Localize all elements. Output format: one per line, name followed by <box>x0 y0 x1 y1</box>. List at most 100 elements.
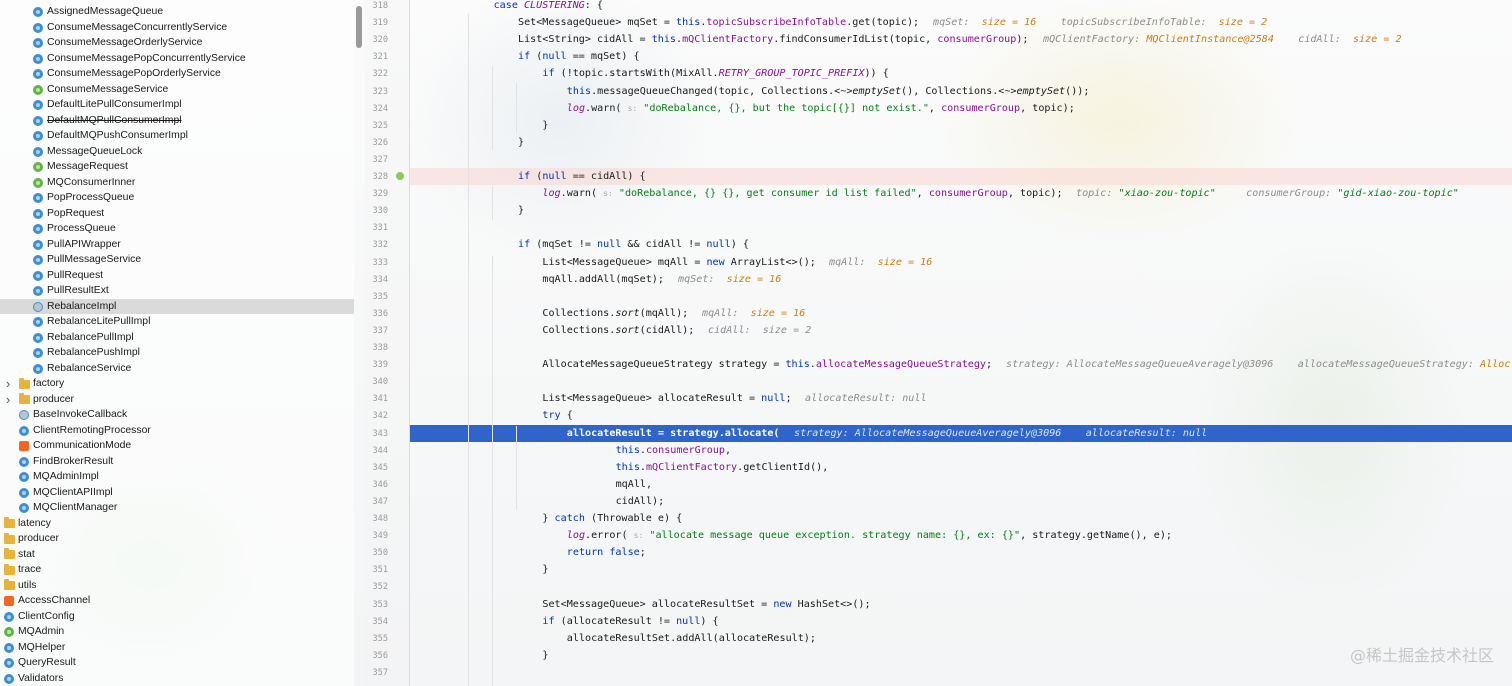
code-line[interactable] <box>410 151 1512 168</box>
tree-item[interactable]: AccessChannel <box>0 593 354 609</box>
project-tree[interactable]: AssignedMessageQueue ConsumeMessageConcur… <box>0 0 354 686</box>
tree-item[interactable]: DefaultMQPullConsumerImpl <box>0 113 354 129</box>
tree-item[interactable]: MessageRequest <box>0 159 354 175</box>
folder-icon <box>4 548 15 559</box>
tree-item[interactable]: RebalancePullImpl <box>0 330 354 346</box>
tree-item[interactable]: utils <box>0 578 354 594</box>
tree-item[interactable]: ClientRemotingProcessor <box>0 423 354 439</box>
tree-item[interactable]: DefaultMQPushConsumerImpl <box>0 128 354 144</box>
code-line[interactable] <box>410 339 1512 356</box>
line-number: 351 <box>372 565 388 576</box>
code-text: case CLUSTERING: { <box>493 0 603 11</box>
code-line[interactable]: if (mqSet != null && cidAll != null) { <box>410 236 1512 253</box>
tree-item[interactable]: RebalanceImpl <box>0 298 354 314</box>
chevron-right-icon[interactable]: › <box>4 376 12 392</box>
code-line[interactable] <box>410 219 1512 236</box>
tree-item[interactable]: PullRequest <box>0 268 354 284</box>
code-line[interactable]: return false; <box>410 544 1512 561</box>
tree-item[interactable]: › factory <box>0 376 354 392</box>
chevron-right-icon[interactable]: › <box>4 392 12 408</box>
code-line[interactable]: case CLUSTERING: { <box>410 0 1512 14</box>
code-line[interactable]: List<String> cidAll = this.mQClientFacto… <box>410 31 1512 48</box>
tree-item[interactable]: PullAPIWrapper <box>0 237 354 253</box>
tree-item-label: MQHelper <box>18 641 66 653</box>
tree-item[interactable]: PopProcessQueue <box>0 190 354 206</box>
code-line[interactable]: log.error( s: "allocate message queue ex… <box>410 527 1512 544</box>
tree-item[interactable]: PullResultExt <box>0 283 354 299</box>
code-line[interactable]: cidAll); <box>410 493 1512 510</box>
breakpoint-marker-icon[interactable] <box>396 172 404 180</box>
code-line[interactable]: } <box>410 647 1512 664</box>
tree-item[interactable]: MQAdmin <box>0 624 354 640</box>
inline-debug-value: mQClientFactory: MQClientInstance@2584 c… <box>1043 34 1402 46</box>
tree-item[interactable]: MQClientManager <box>0 500 354 516</box>
current-execution-line[interactable]: allocateResult = strategy.allocate(strat… <box>410 424 1512 442</box>
tree-item[interactable]: ConsumeMessageService <box>0 82 354 98</box>
tree-item[interactable]: trace <box>0 562 354 578</box>
code-line[interactable]: mqAll, <box>410 476 1512 493</box>
code-line[interactable]: allocateResultSet.addAll(allocateResult)… <box>410 630 1512 647</box>
tree-item[interactable]: RebalanceLitePullImpl <box>0 314 354 330</box>
code-line[interactable]: this.consumerGroup, <box>410 442 1512 459</box>
code-line[interactable]: this.mQClientFactory.getClientId(), <box>410 459 1512 476</box>
code-line[interactable]: Collections.sort(mqAll); mqAll: size = 16 <box>410 305 1512 322</box>
code-line[interactable]: } <box>410 134 1512 151</box>
code-line[interactable]: try { <box>410 407 1512 424</box>
code-line[interactable]: } <box>410 561 1512 578</box>
tree-item[interactable]: stat <box>0 547 354 563</box>
code-line[interactable]: Set<MessageQueue> allocateResultSet = ne… <box>410 596 1512 613</box>
tree-item[interactable]: ConsumeMessagePopConcurrentlyService <box>0 51 354 67</box>
project-tree-scrollbar[interactable] <box>356 0 363 686</box>
code-line[interactable]: AllocateMessageQueueStrategy strategy = … <box>410 356 1512 373</box>
tree-item[interactable]: latency <box>0 516 354 532</box>
tree-item[interactable]: RebalancePushImpl <box>0 345 354 361</box>
tree-item[interactable]: ProcessQueue <box>0 221 354 237</box>
code-line[interactable]: if (!topic.startsWith(MixAll.RETRY_GROUP… <box>410 65 1512 82</box>
code-line[interactable] <box>410 578 1512 595</box>
tree-item[interactable]: ConsumeMessageConcurrentlyService <box>0 20 354 36</box>
tree-item[interactable]: ConsumeMessageOrderlyService <box>0 35 354 51</box>
code-line[interactable]: if (allocateResult != null) { <box>410 613 1512 630</box>
code-line[interactable]: Collections.sort(cidAll); cidAll: size = … <box>410 322 1512 339</box>
code-line[interactable]: log.warn( s: "doRebalance, {} {}, get co… <box>410 185 1512 202</box>
tree-item[interactable]: FindBrokerResult <box>0 454 354 470</box>
tree-item-label: MQClientManager <box>33 502 118 513</box>
tree-item[interactable]: BaseInvokeCallback <box>0 407 354 423</box>
tree-item[interactable]: MQConsumerInner <box>0 175 354 191</box>
tree-item[interactable]: Validators <box>0 671 354 686</box>
tree-item[interactable]: MQAdminImpl <box>0 469 354 485</box>
code-line[interactable]: if (null == cidAll) { <box>410 168 1512 185</box>
code-line[interactable] <box>410 288 1512 305</box>
tree-item[interactable]: › producer <box>0 392 354 408</box>
tree-item[interactable]: producer <box>0 531 354 547</box>
tree-item[interactable]: ConsumeMessagePopOrderlyService <box>0 66 354 82</box>
code-text: Collections.sort(cidAll); <box>542 324 695 336</box>
scrollbar-thumb[interactable] <box>356 6 362 48</box>
tree-item[interactable]: MQClientAPIImpl <box>0 485 354 501</box>
tree-item[interactable]: AssignedMessageQueue <box>0 4 354 20</box>
tree-item[interactable]: CommunicationMode <box>0 438 354 454</box>
tree-item[interactable]: RebalanceService <box>0 361 354 377</box>
code-line[interactable]: this.messageQueueChanged(topic, Collecti… <box>410 83 1512 100</box>
code-line[interactable]: mqAll.addAll(mqSet); mqSet: size = 16 <box>410 271 1512 288</box>
code-line[interactable]: if (null == mqSet) { <box>410 48 1512 65</box>
code-line[interactable]: } <box>410 117 1512 134</box>
tree-item[interactable]: PullMessageService <box>0 252 354 268</box>
tree-item[interactable]: MessageQueueLock <box>0 144 354 160</box>
code-text: this.mQClientFactory.getClientId(), <box>615 461 829 473</box>
code-line[interactable]: List<MessageQueue> mqAll = new ArrayList… <box>410 254 1512 271</box>
tree-item-label: ConsumeMessagePopConcurrentlyService <box>47 52 246 64</box>
tree-item[interactable]: ClientConfig <box>0 609 354 625</box>
tree-item[interactable]: PopRequest <box>0 206 354 222</box>
code-line[interactable] <box>410 664 1512 681</box>
code-line[interactable]: Set<MessageQueue> mqSet = this.topicSubs… <box>410 14 1512 31</box>
code-line[interactable] <box>410 373 1512 390</box>
code-line[interactable]: } <box>410 202 1512 219</box>
code-editor[interactable]: case CLUSTERING: { Set<MessageQueue> mqSe… <box>410 0 1512 686</box>
tree-item[interactable]: QueryResult <box>0 655 354 671</box>
code-line[interactable]: } catch (Throwable e) { <box>410 510 1512 527</box>
tree-item[interactable]: DefaultLitePullConsumerImpl <box>0 97 354 113</box>
code-line[interactable]: log.warn( s: "doRebalance, {}, but the t… <box>410 100 1512 117</box>
tree-item[interactable]: MQHelper <box>0 640 354 656</box>
code-line[interactable]: List<MessageQueue> allocateResult = null… <box>410 390 1512 407</box>
